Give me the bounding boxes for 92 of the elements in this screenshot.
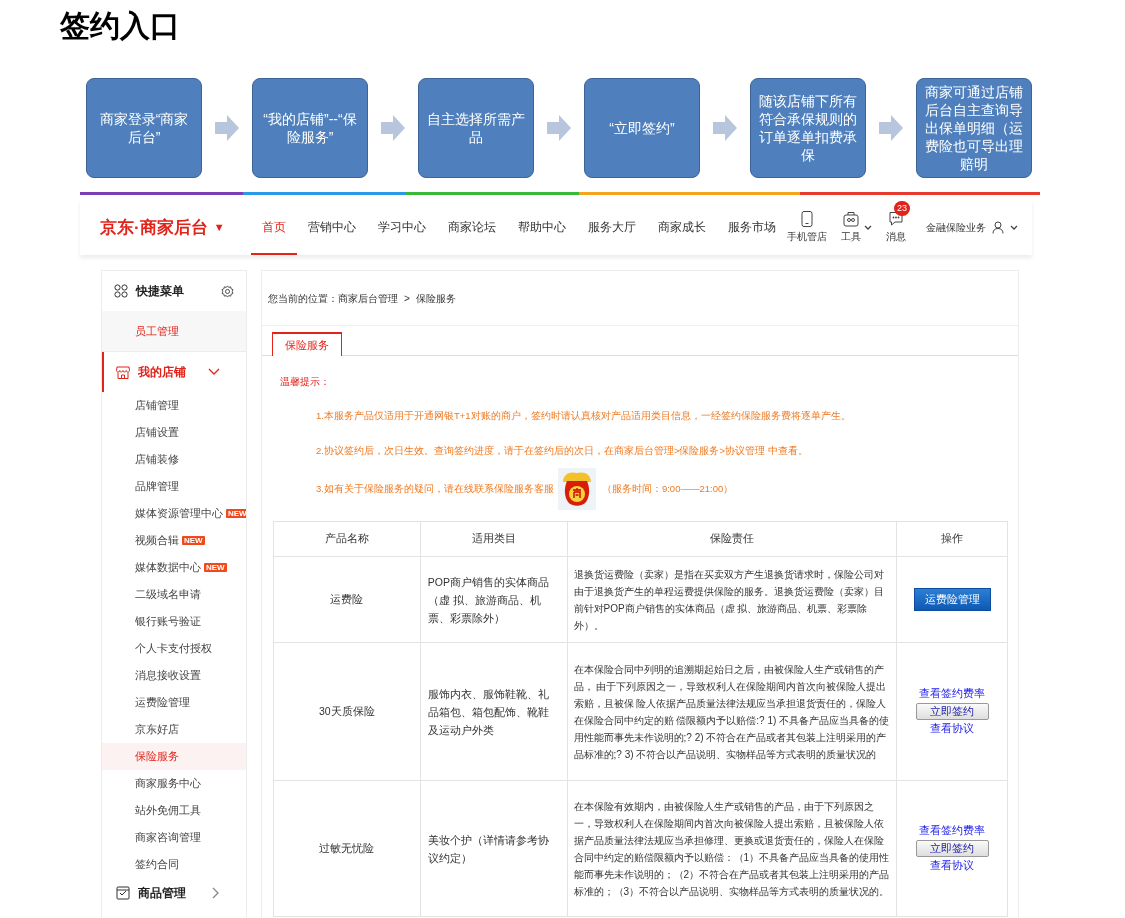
nav-tab[interactable]: 服务市场 bbox=[717, 200, 787, 255]
nav-tab[interactable]: 营销中心 bbox=[297, 200, 367, 255]
phone-icon bbox=[801, 211, 813, 227]
nav-tab[interactable]: 服务大厅 bbox=[577, 200, 647, 255]
menu-section[interactable]: 我的店铺 bbox=[102, 352, 246, 392]
menu-item[interactable]: 二级域名申请 bbox=[102, 581, 246, 608]
column-header: 适用类目 bbox=[420, 521, 568, 557]
nav-tab[interactable]: 学习中心 bbox=[367, 200, 437, 255]
arrow-icon bbox=[381, 115, 405, 141]
chevron-down-icon bbox=[1010, 224, 1018, 231]
menu-item[interactable]: 媒体数据中心 NEW bbox=[102, 554, 246, 581]
column-header: 保险责任 bbox=[567, 521, 897, 557]
table-cell: 过敏无忧险 bbox=[273, 780, 421, 917]
menu-item[interactable]: 运费险管理 bbox=[102, 689, 246, 716]
notice-text: 3.如有关于保险服务的疑问，请在线联系保险服务客服 bbox=[316, 481, 554, 496]
store-icon bbox=[116, 365, 130, 379]
sign-button[interactable]: 立即签约 bbox=[915, 840, 989, 857]
menu-item[interactable]: 店铺设置 bbox=[102, 419, 246, 446]
user-icon bbox=[992, 221, 1004, 234]
flow-step: “立即签约” bbox=[584, 78, 700, 178]
grid-icon bbox=[114, 284, 128, 298]
notice-title: 温馨提示： bbox=[280, 375, 331, 389]
breadcrumb-separator: > bbox=[404, 291, 410, 306]
table-cell: 运费险 bbox=[273, 556, 421, 643]
menu-item[interactable]: 站外免佣工具 bbox=[102, 797, 246, 824]
new-badge: NEW bbox=[182, 536, 205, 545]
menu-item[interactable]: 店铺装修 bbox=[102, 446, 246, 473]
flow-step: “我的店铺”--“保险服务” bbox=[252, 78, 368, 178]
breadcrumb-text: 您当前的位置：商家后台管理 bbox=[268, 291, 398, 306]
arrow-icon bbox=[879, 115, 903, 141]
page-title: 签约入口 bbox=[59, 7, 181, 45]
customer-service-icon bbox=[557, 468, 596, 510]
arrow-icon bbox=[547, 115, 571, 141]
quick-menu-title: 快捷菜单 bbox=[136, 283, 184, 300]
menu-item[interactable]: 品牌管理 bbox=[102, 473, 246, 500]
tool-label[interactable]: 手机管店 bbox=[787, 229, 827, 244]
nav-tab[interactable]: 首页 bbox=[251, 200, 297, 255]
nav-tab[interactable]: 商家论坛 bbox=[437, 200, 507, 255]
menu-item[interactable]: 京东好店 bbox=[102, 716, 246, 743]
table-cell: 30天质保险 bbox=[273, 642, 421, 781]
link[interactable]: 查看协议 bbox=[930, 721, 974, 737]
menu-item[interactable]: 商家服务中心 bbox=[102, 770, 246, 797]
link[interactable]: 查看签约费率 bbox=[919, 686, 985, 702]
notice-text: 2.协议签约后，次日生效。查询签约进度，请于在签约后的次日，在商家后台管理>保险服务>协议管理 中查看。 bbox=[316, 444, 808, 459]
breadcrumb-current: 保险服务 bbox=[415, 291, 456, 306]
nav-tab[interactable]: 商家成长 bbox=[647, 200, 717, 255]
brand-logo[interactable]: 京东·商家后台 bbox=[100, 214, 208, 241]
link[interactable]: 查看签约费率 bbox=[919, 823, 985, 839]
manage-button[interactable]: 运费险管理 bbox=[913, 588, 991, 611]
tab[interactable]: 保险服务 bbox=[272, 332, 342, 356]
column-header: 产品名称 bbox=[273, 521, 421, 557]
tool-label[interactable]: 工具 bbox=[841, 229, 861, 244]
menu-section[interactable]: 商品管理 bbox=[102, 878, 246, 908]
new-badge: NEW bbox=[204, 563, 227, 572]
new-badge: NEW bbox=[226, 509, 246, 518]
flow-step: 商家登录“商家后台” bbox=[86, 78, 202, 178]
sign-button[interactable]: 立即签约 bbox=[915, 703, 989, 720]
table-cell: 在本保险有效期内，由被保险人生产或销售的产品，由于下列原因之一，导致权利人在保险期间内首次向被保险人提出索赔，且被保险人依据产品质量法律法规应当承担修理、更换或退货责任的，保险人在保险合同中约定的赔偿限额内予以赔偿：（1）不具备产品应当具备的使用性能而事先未作说明的；（2）不符合在产品或者其包装上注明采用的产品标准的；（3）不符合以产品说明、实物样品等方式表明的质量状况的。 bbox=[567, 780, 897, 917]
table-cell: 在本保险合同中列明的追溯期起始日之后，由被保险人生产或销售的产品， 由于下列原因之一，导致权利人在保险期间内首次向被保险人提出索赔，且被保 险人依据产品质量法律法规应当承担退货责任的，保险人在保险合同中约定的赔 偿限额内予以赔偿:? 1) 不具备产品应当具备的使用性能而事先未作说明的;? 2) 不符合在产品或者其包装上注明采用的产品标准的;? 3) 不符合以产品说明、实物样品等方式表明的质量状况的 bbox=[567, 642, 897, 781]
settings-icon bbox=[221, 284, 234, 298]
arrow-icon bbox=[713, 115, 737, 141]
menu-item[interactable]: 商家咨询管理 bbox=[102, 824, 246, 851]
toolbox-icon bbox=[843, 211, 859, 227]
table-cell: 服饰内衣、服饰鞋靴、礼品箱包、箱包配饰、靴鞋及运动户外类 bbox=[420, 642, 568, 781]
tool-label[interactable]: 消息 bbox=[886, 229, 906, 244]
table-cell: 美妆个护（详情请参考协议约定） bbox=[420, 780, 568, 917]
menu-item[interactable]: 消息接收设置 bbox=[102, 662, 246, 689]
flow-step: 商家可通过店铺后台自主查询导出保单明细（运费险也可导出理赔明 bbox=[916, 78, 1032, 178]
menu-item[interactable]: 店铺管理 bbox=[102, 392, 246, 419]
table-cell: 退换货运费险（卖家）是指在买卖双方产生退换货请求时，保险公司对由于退换货产生的单程运费提供保险的服务。退换货运费险（卖家）目前针对POP商户销售的实体商品（虚 拟、旅游商品、机票、彩票除外）。 bbox=[567, 556, 897, 643]
flow-step: 随该店铺下所有符合承保规则的订单逐单扣费承保 bbox=[750, 78, 866, 178]
chat-icon bbox=[888, 211, 904, 227]
link[interactable]: 查看协议 bbox=[930, 858, 974, 874]
notice-text: 1.本服务产品仅适用于开通网银T+1对账的商户，签约时请认真核对产品适用类目信息，一经签约保险服务费将逐单产生。 bbox=[316, 409, 851, 424]
menu-item[interactable]: 保险服务 bbox=[102, 743, 246, 770]
menu-item[interactable]: 个人卡支付授权 bbox=[102, 635, 246, 662]
flow-step: 自主选择所需产品 bbox=[418, 78, 534, 178]
account-name[interactable]: 金融保险业务 bbox=[926, 220, 986, 235]
chevron-down-icon bbox=[208, 368, 220, 376]
menu-item[interactable]: 签约合同 bbox=[102, 851, 246, 878]
caret-icon[interactable]: ▼ bbox=[213, 219, 225, 236]
chevron-right-icon bbox=[212, 887, 220, 899]
menu-item[interactable]: 视频合辑 NEW bbox=[102, 527, 246, 554]
column-header: 操作 bbox=[896, 521, 1008, 557]
service-hours: （服务时间：9:00——21:00） bbox=[601, 481, 734, 496]
table-cell: POP商户销售的实体商品（虚 拟、旅游商品、机票、彩票除外） bbox=[420, 556, 568, 643]
arrow-icon bbox=[215, 115, 239, 141]
menu-item[interactable]: 银行账号验证 bbox=[102, 608, 246, 635]
menu-item[interactable]: 媒体资源管理中心 NEW bbox=[102, 500, 246, 527]
notification-badge: 23 bbox=[894, 201, 910, 216]
nav-tab[interactable]: 帮助中心 bbox=[507, 200, 577, 255]
checklist-icon bbox=[116, 886, 130, 900]
